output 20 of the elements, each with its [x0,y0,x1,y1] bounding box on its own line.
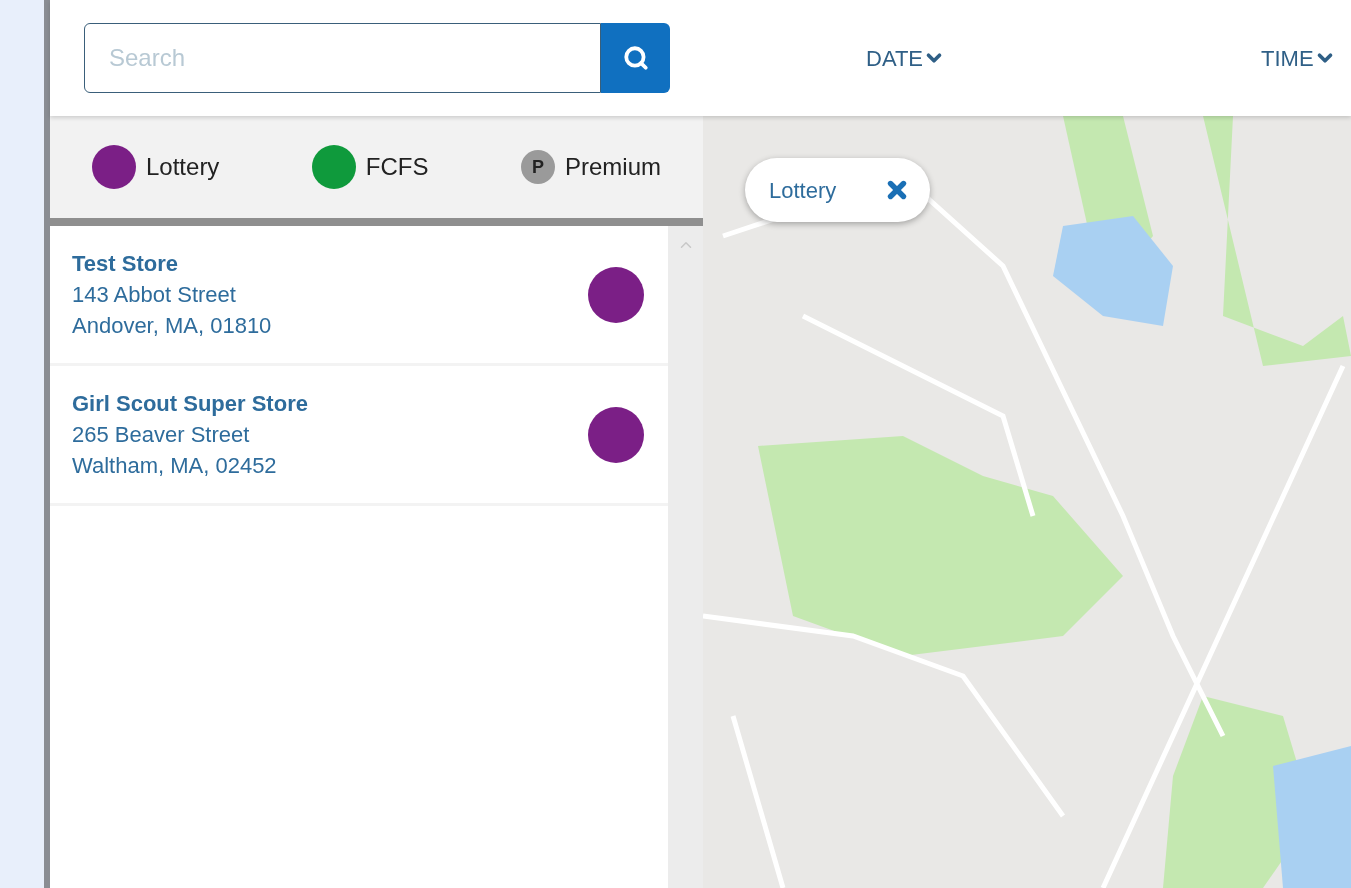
store-city: Andover, MA, 01810 [72,312,272,340]
store-street: 143 Abbot Street [72,281,237,309]
scrollbar[interactable] [668,226,703,888]
legend-label: Lottery [146,152,220,182]
legend-label: FCFS [365,152,429,182]
store-city: Waltham, MA, 02452 [72,452,278,480]
store-item[interactable]: Test Store 143 Abbot Street Andover, MA, 01810 [50,226,668,366]
search-button[interactable] [601,23,670,93]
store-name: Test Store [72,250,179,278]
legend-label: Premium [565,152,661,182]
store-street: 265 Beaver Street [72,421,251,449]
search-field[interactable]: Search [84,23,601,93]
premium-badge: P [521,150,555,184]
time-filter[interactable]: TIME [1261,41,1336,75]
store-item[interactable]: Girl Scout Super Store 265 Beaver Street Waltham, MA, 02452 [50,366,668,506]
chip-label: Lottery [769,176,837,205]
map[interactable]: Lottery [703,116,1351,888]
search-icon [622,45,649,71]
date-filter[interactable]: DATE [866,41,946,75]
store-name: Girl Scout Super Store [72,390,308,418]
